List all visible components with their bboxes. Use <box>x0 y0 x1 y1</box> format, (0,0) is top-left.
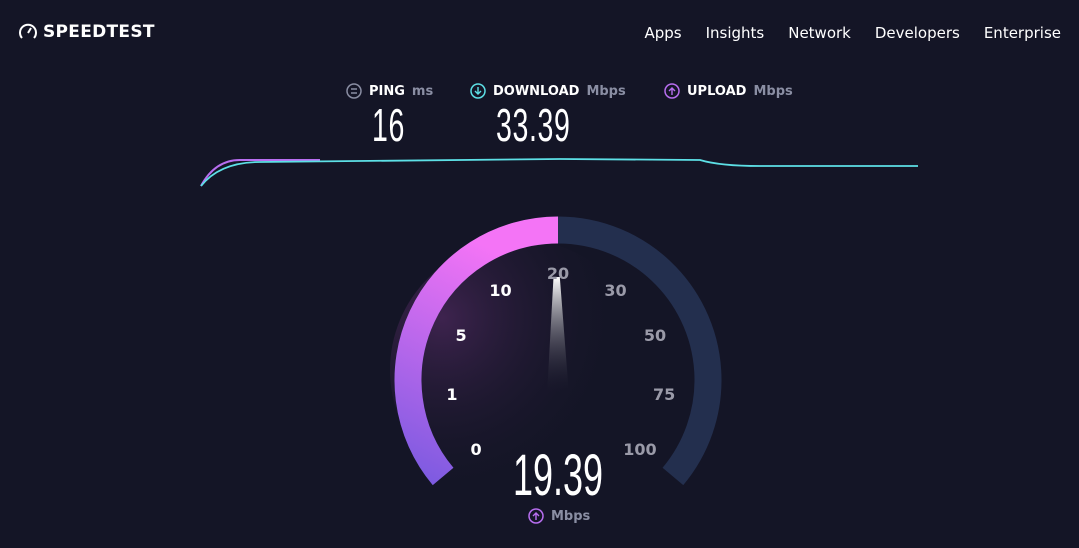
gauge-tick-label: 20 <box>547 264 569 283</box>
gauge-tick-label: 100 <box>623 440 656 459</box>
upload-graph-line <box>200 159 320 187</box>
current-speed-value: 19.39 <box>513 443 603 508</box>
gauge-tick-label: 30 <box>604 281 626 300</box>
current-speed-unit-row: Mbps <box>528 508 590 524</box>
gauge-tick-label: 75 <box>653 385 675 404</box>
gauge-tick-label: 10 <box>489 281 511 300</box>
gauge-tick-label: 5 <box>455 326 466 345</box>
upload-arrow-icon <box>528 508 544 524</box>
download-graph-line <box>200 158 918 187</box>
gauge-tick-label: 0 <box>470 440 481 459</box>
current-speed-unit: Mbps <box>551 508 591 524</box>
gauge-tick-label: 50 <box>644 326 666 345</box>
gauge-tick-label: 1 <box>446 385 457 404</box>
